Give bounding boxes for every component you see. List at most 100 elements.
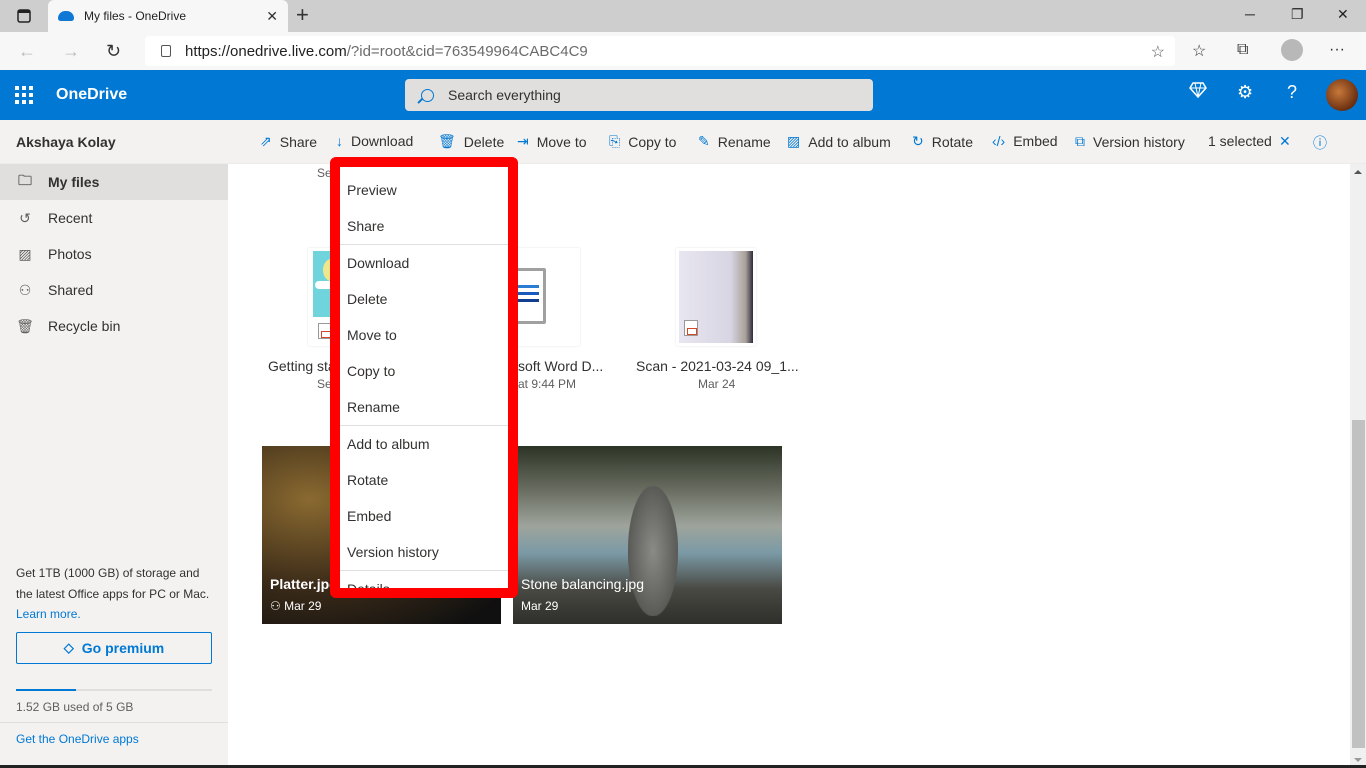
back-icon[interactable]: ← bbox=[18, 41, 36, 62]
sidebar-item-label: Recycle bin bbox=[48, 318, 121, 334]
storage-promo: Get 1TB (1000 GB) of storage and the lat… bbox=[16, 563, 216, 625]
menu-item-share[interactable]: Share bbox=[340, 208, 508, 244]
version-history-button[interactable]: ⧉ Version history bbox=[1075, 133, 1185, 150]
move-to-button[interactable]: ⇥ Move to bbox=[517, 133, 587, 150]
lock-icon[interactable] bbox=[161, 45, 171, 57]
search-input[interactable]: Search everything bbox=[405, 79, 873, 111]
delete-button[interactable]: 🗑 Delete bbox=[438, 133, 504, 150]
share-button[interactable]: ⇗ Share bbox=[260, 133, 317, 150]
get-apps-link[interactable]: Get the OneDrive apps bbox=[16, 732, 139, 746]
folder-icon: 🗀 bbox=[18, 172, 32, 188]
learn-more-link[interactable]: Learn more. bbox=[16, 607, 81, 621]
scroll-down-arrow[interactable] bbox=[1354, 758, 1362, 762]
context-menu-highlight: Preview Share Download Delete Move to Co… bbox=[330, 157, 518, 598]
sidebar-item-recycle-bin[interactable]: 🗑 Recycle bin bbox=[0, 308, 228, 344]
refresh-icon[interactable]: ↻ bbox=[106, 41, 121, 62]
user-avatar[interactable] bbox=[1326, 79, 1358, 111]
context-menu: Preview Share Download Delete Move to Co… bbox=[340, 167, 508, 588]
menu-item-rotate[interactable]: Rotate bbox=[340, 462, 508, 498]
file-tile-scan[interactable] bbox=[676, 248, 756, 346]
move-to-icon: ⇥ bbox=[517, 133, 529, 149]
add-to-album-label: Add to album bbox=[808, 133, 891, 150]
photo-name: Platter.jpg bbox=[270, 576, 338, 592]
info-pane-icon[interactable]: ⓘ bbox=[1313, 133, 1327, 153]
file-date: Mar 24 bbox=[698, 377, 736, 391]
sidebar-item-shared[interactable]: ⚇ Shared bbox=[0, 272, 228, 308]
download-button[interactable]: ↓ Download bbox=[336, 133, 413, 149]
add-to-album-button[interactable]: ▨ Add to album bbox=[787, 133, 891, 150]
photo-date: ⚇ Mar 29 bbox=[270, 599, 321, 613]
go-premium-label: Go premium bbox=[81, 640, 165, 656]
sidebar-item-photos[interactable]: ▨ Photos bbox=[0, 236, 228, 272]
file-date: at 9:44 PM bbox=[518, 377, 577, 391]
pdf-file-icon bbox=[684, 320, 698, 336]
app-name[interactable]: OneDrive bbox=[56, 86, 127, 104]
embed-button[interactable]: ‹/› Embed bbox=[992, 133, 1058, 149]
favorites-icon[interactable]: ☆ bbox=[1192, 41, 1206, 61]
sidebar-item-my-files[interactable]: 🗀 My files bbox=[0, 164, 228, 200]
photo-tile-stone-balancing[interactable]: Stone balancing.jpg Mar 29 bbox=[513, 446, 782, 624]
tab-actions-icon[interactable] bbox=[8, 6, 40, 26]
rotate-label: Rotate bbox=[931, 133, 973, 150]
menu-item-download[interactable]: Download bbox=[340, 245, 508, 281]
help-icon[interactable]: ? bbox=[1287, 82, 1297, 103]
copy-to-icon: ⎘ bbox=[609, 133, 621, 149]
menu-item-preview[interactable]: Preview bbox=[340, 172, 508, 208]
photos-icon: ▨ bbox=[18, 245, 32, 262]
profile-icon[interactable] bbox=[1281, 39, 1303, 61]
delete-icon: 🗑 bbox=[438, 133, 456, 149]
shared-icon: ⚇ bbox=[270, 599, 285, 613]
url-field[interactable]: https://onedrive.live.com/?id=root&cid=7… bbox=[145, 36, 1175, 66]
go-premium-button[interactable]: ◇ Go premium bbox=[16, 632, 212, 664]
sidebar-item-recent[interactable]: ↺ Recent bbox=[0, 200, 228, 236]
file-name: soft Word D... bbox=[518, 358, 604, 374]
rename-label: Rename bbox=[717, 133, 771, 150]
more-icon[interactable]: ··· bbox=[1329, 41, 1345, 59]
menu-item-move-to[interactable]: Move to bbox=[340, 317, 508, 353]
scroll-up-arrow[interactable] bbox=[1354, 170, 1362, 174]
restore-icon[interactable]: ❐ bbox=[1291, 6, 1304, 23]
move-to-label: Move to bbox=[536, 133, 587, 150]
rename-button[interactable]: ✎ Rename bbox=[698, 133, 771, 150]
menu-item-embed[interactable]: Embed bbox=[340, 498, 508, 534]
search-placeholder: Search everything bbox=[448, 87, 561, 103]
browser-tab[interactable]: My files - OneDrive ✕ bbox=[48, 0, 288, 32]
menu-item-add-to-album[interactable]: Add to album bbox=[340, 426, 508, 462]
delete-label: Delete bbox=[463, 133, 505, 150]
app-launcher-icon[interactable] bbox=[15, 86, 33, 104]
rename-icon: ✎ bbox=[698, 133, 710, 149]
new-tab-icon[interactable]: + bbox=[296, 4, 309, 26]
storage-text[interactable]: 1.52 GB used of 5 GB bbox=[16, 700, 133, 714]
version-history-icon: ⧉ bbox=[1075, 133, 1085, 149]
embed-label: Embed bbox=[1013, 133, 1058, 149]
forward-icon[interactable]: → bbox=[62, 41, 80, 62]
sidebar-divider bbox=[0, 722, 228, 723]
vertical-scrollbar[interactable] bbox=[1350, 164, 1366, 768]
add-favorite-icon[interactable]: ☆ bbox=[1151, 42, 1165, 62]
minimize-icon[interactable]: ─ bbox=[1245, 6, 1255, 22]
command-bar: Akshaya Kolay ⇗ Share ↓ Download 🗑 Delete ⇥… bbox=[0, 120, 1366, 164]
menu-item-delete[interactable]: Delete bbox=[340, 281, 508, 317]
collections-icon[interactable]: ⧉ bbox=[1237, 41, 1248, 59]
close-tab-icon[interactable]: ✕ bbox=[266, 8, 278, 25]
file-name: Getting sta bbox=[268, 358, 336, 374]
menu-item-details[interactable]: Details bbox=[340, 571, 508, 588]
menu-item-rename[interactable]: Rename bbox=[340, 389, 508, 425]
menu-item-copy-to[interactable]: Copy to bbox=[340, 353, 508, 389]
recycle-bin-icon: 🗑 bbox=[16, 317, 34, 334]
sidebar-item-label: Recent bbox=[48, 210, 93, 226]
download-label: Download bbox=[351, 133, 414, 149]
premium-diamond-icon[interactable] bbox=[1189, 82, 1207, 103]
rotate-button[interactable]: ↻ Rotate bbox=[912, 133, 973, 150]
clear-selection-icon[interactable]: ✕ bbox=[1279, 133, 1291, 150]
settings-gear-icon[interactable]: ⚙ bbox=[1237, 82, 1253, 103]
version-history-label: Version history bbox=[1093, 133, 1185, 150]
menu-item-version-history[interactable]: Version history bbox=[340, 534, 508, 570]
selection-text: 1 selected bbox=[1208, 133, 1272, 149]
premium-diamond-icon: ◇ bbox=[63, 640, 74, 655]
sidebar-item-label: Shared bbox=[48, 282, 94, 298]
scrollbar-thumb[interactable] bbox=[1352, 420, 1365, 748]
copy-to-button[interactable]: ⎘ Copy to bbox=[609, 133, 676, 150]
window-close-icon[interactable]: ✕ bbox=[1337, 6, 1349, 23]
storage-quota-fill bbox=[16, 689, 76, 691]
